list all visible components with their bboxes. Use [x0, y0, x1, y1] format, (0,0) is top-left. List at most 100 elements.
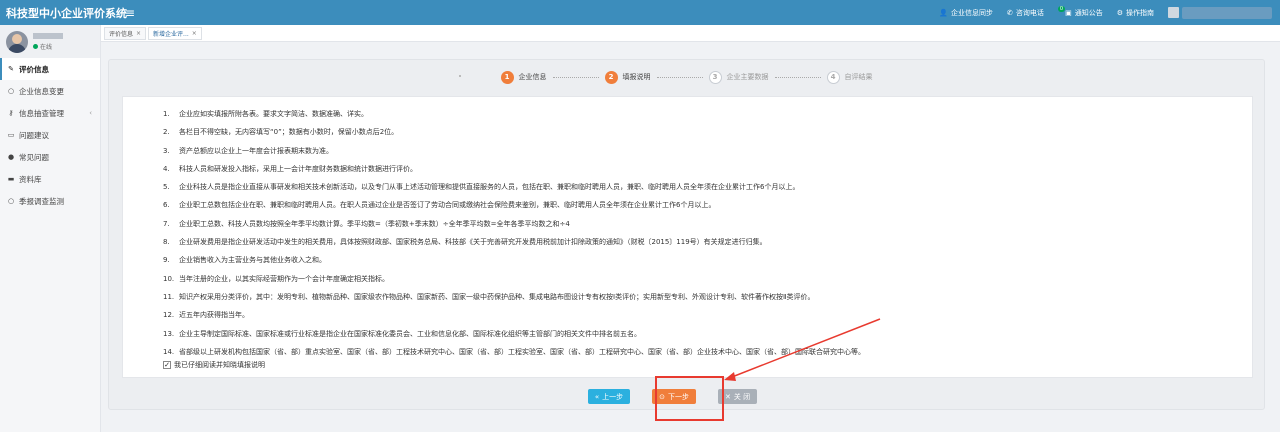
- item-number: 14.: [163, 347, 175, 356]
- step-label: 企业信息: [518, 73, 547, 81]
- step-number: 3: [708, 70, 722, 84]
- sidebar-item-label: 常见问题: [19, 152, 49, 162]
- arrow-left-icon: «: [594, 392, 600, 401]
- edit-icon: ✎: [8, 65, 14, 73]
- step-self-result[interactable]: 4 自评结果: [826, 70, 873, 84]
- sidebar-item-label: 资料库: [19, 174, 42, 184]
- agree-label: 我已仔细阅读并知晓填报说明: [174, 361, 265, 369]
- step-connector: [656, 76, 703, 78]
- sync-company-link[interactable]: 👤 企业信息同步: [939, 8, 993, 18]
- step-connector: [774, 76, 821, 78]
- item-text: 企业职工总数、科技人员数均按照全年季平均数计算。季平均数=（季初数+季末数）÷全…: [179, 219, 570, 228]
- key-icon: ⚷: [8, 109, 14, 117]
- close-label: 关 闭: [733, 392, 751, 401]
- sidebar-item-company-change[interactable]: ○ 企业信息变更: [0, 80, 100, 102]
- highlight-box: [655, 376, 724, 421]
- item-text: 企业研发费用是指企业研发活动中发生的相关费用，具体按照财政部、国家税务总局、科技…: [179, 238, 767, 247]
- item-number: 7.: [163, 219, 170, 228]
- instructions-list: 1. 企业应如实填报所附各表。要求文字简洁、数据准确、详实。 2. 各栏目不得空缺，…: [123, 97, 1252, 361]
- item-number: 9.: [163, 256, 170, 265]
- item-text: 企业销售收入为主营业务与其他业务收入之和。: [179, 256, 326, 265]
- step-connector: [552, 76, 599, 78]
- list-item: 10. 当年注册的企业，以其实际经营期作为一个会计年度确定相关指标。: [163, 270, 1252, 288]
- agree-checkbox[interactable]: ✓: [163, 361, 171, 369]
- bars-icon[interactable]: ≡: [120, 6, 140, 20]
- item-text: 科技人员和研发投入指标，采用上一会计年度财务数据和统计数据进行评价。: [179, 164, 417, 173]
- item-number: 10.: [163, 274, 175, 283]
- item-number: 6.: [163, 201, 170, 210]
- list-item: 6. 企业职工总数包括企业在职、兼职和临时聘用人员。在职人员通过企业是否签订了劳动…: [163, 196, 1252, 214]
- guide-link[interactable]: ⚙ 操作指南: [1117, 8, 1154, 18]
- item-number: 3.: [163, 146, 170, 155]
- online-dot-icon: [33, 43, 38, 49]
- item-number: 11.: [163, 292, 175, 301]
- tab-label: 评价信息: [109, 30, 134, 38]
- sidebar-item-evaluation[interactable]: ✎ 评价信息: [0, 58, 100, 80]
- list-item: 7. 企业职工总数、科技人员数均按照全年季平均数计算。季平均数=（季初数+季末数）…: [163, 215, 1252, 233]
- close-icon[interactable]: ×: [136, 30, 141, 37]
- user-avatar-small: [1168, 7, 1179, 18]
- notice-label: 通知公告: [1074, 8, 1103, 17]
- step-number: 4: [826, 70, 840, 84]
- step-company-info[interactable]: 1 企业信息: [500, 70, 547, 84]
- sync-company-label: 企业信息同步: [951, 8, 994, 17]
- notice-link[interactable]: 0 ▣ 通知公告: [1057, 5, 1103, 18]
- tab-evaluation[interactable]: 评价信息 ×: [104, 26, 147, 40]
- list-item: 5. 企业科技人员是指企业直接从事研发和相关技术创新活动，以及专门从事上述活动管理…: [163, 178, 1252, 196]
- user-panel: 在线: [0, 25, 100, 58]
- step-lead-dot: [459, 75, 461, 77]
- sidebar-item-faq[interactable]: ● 常见问题: [0, 146, 100, 168]
- item-text: 企业主导制定国际标准、国家标准或行业标准是指企业在国家标准化委员会、工业和信息化…: [179, 329, 641, 338]
- list-item: 11. 知识产权采用分类评价，其中：发明专利、植物新品种、国家级农作物品种、国家新…: [163, 288, 1252, 306]
- user-name-blurred: [1182, 6, 1272, 19]
- agree-checkbox-row[interactable]: ✓ 我已仔细阅读并知晓填报说明: [163, 360, 265, 370]
- prev-step-label: 上一步: [602, 392, 624, 401]
- circle-icon: ○: [7, 197, 15, 205]
- sidebar-item-library[interactable]: ▬ 资料库: [0, 168, 100, 190]
- item-number: 5.: [163, 183, 170, 192]
- step-label: 自评结果: [844, 73, 873, 81]
- item-text: 企业应如实填报所附各表。要求文字简洁、数据准确、详实。: [179, 110, 368, 118]
- sidebar-item-label: 问题建议: [19, 130, 49, 140]
- folder-icon: ▬: [7, 175, 15, 183]
- page-tabs: 评价信息 × 新增企业评... ×: [101, 25, 1280, 42]
- step-instructions[interactable]: 2 填报说明: [604, 70, 651, 84]
- chevron-left-icon: ‹: [89, 109, 92, 117]
- list-item: 3. 资产总额应以企业上一年度会计报表期末数为准。: [163, 142, 1252, 160]
- list-item: 13. 企业主导制定国际标准、国家标准或行业标准是指企业在国家标准化委员会、工业和…: [163, 325, 1252, 343]
- header-actions: 👤 企业信息同步 ✆ 咨询电话 0 ▣ 通知公告 ⚙ 操作指南: [939, 5, 1280, 19]
- item-text: 企业职工总数包括企业在职、兼职和临时聘用人员。在职人员通过企业是否签订了劳动合同…: [179, 201, 716, 210]
- item-text: 资产总额应以企业上一年度会计报表期末数为准。: [179, 146, 333, 155]
- bell-icon: ▣: [1065, 8, 1072, 17]
- sidebar-item-suggestions[interactable]: ▭ 问题建议: [0, 124, 100, 146]
- list-item: 2. 各栏目不得空缺，无内容填写“0”；数据有小数时，保留小数点后2位。: [163, 123, 1252, 141]
- item-text: 近五年内获得指当年。: [179, 311, 249, 320]
- step-label: 填报说明: [622, 73, 651, 81]
- list-item: 1. 企业应如实填报所附各表。要求文字简洁、数据准确、详实。: [163, 105, 1252, 123]
- list-item: 4. 科技人员和研发投入指标，采用上一会计年度财务数据和统计数据进行评价。: [163, 160, 1252, 178]
- list-item: 8. 企业研发费用是指企业研发活动中发生的相关费用，具体按照财政部、国家税务总局、…: [163, 233, 1252, 251]
- list-item: 12. 近五年内获得指当年。: [163, 306, 1252, 324]
- notice-badge: 0: [1057, 5, 1066, 12]
- user-menu[interactable]: [1168, 6, 1272, 19]
- user-icon: 👤: [939, 8, 949, 17]
- sidebar-item-label: 评价信息: [19, 64, 49, 74]
- sidebar-item-spot-check[interactable]: ⚷ 信息抽查管理 ‹: [0, 102, 100, 124]
- sidebar-item-label: 信息抽查管理: [19, 108, 64, 118]
- comment-icon: ▭: [7, 131, 15, 139]
- close-icon[interactable]: ×: [192, 30, 197, 37]
- item-number: 8.: [163, 238, 170, 247]
- hotline-link[interactable]: ✆ 咨询电话: [1007, 8, 1044, 18]
- tab-new-evaluation[interactable]: 新增企业评... ×: [148, 26, 202, 40]
- sidebar-item-quarterly-survey[interactable]: ○ 季报调查监测: [0, 190, 100, 212]
- step-main-data[interactable]: 3 企业主要数据: [708, 70, 769, 84]
- step-number: 1: [500, 70, 514, 84]
- item-number: 2.: [163, 128, 170, 137]
- sidebar-item-label: 季报调查监测: [19, 196, 64, 206]
- top-navbar: 科技型中小企业评价系统 ≡ 👤 企业信息同步 ✆ 咨询电话 0 ▣ 通知公告 ⚙…: [0, 0, 1280, 25]
- prev-step-button[interactable]: « 上一步: [587, 389, 631, 404]
- item-text: 知识产权采用分类评价，其中：发明专利、植物新品种、国家级农作物品种、国家新药、国…: [179, 292, 815, 301]
- item-number: 12.: [163, 311, 175, 320]
- tab-label: 新增企业评...: [153, 30, 189, 38]
- sidebar-item-label: 企业信息变更: [19, 86, 64, 96]
